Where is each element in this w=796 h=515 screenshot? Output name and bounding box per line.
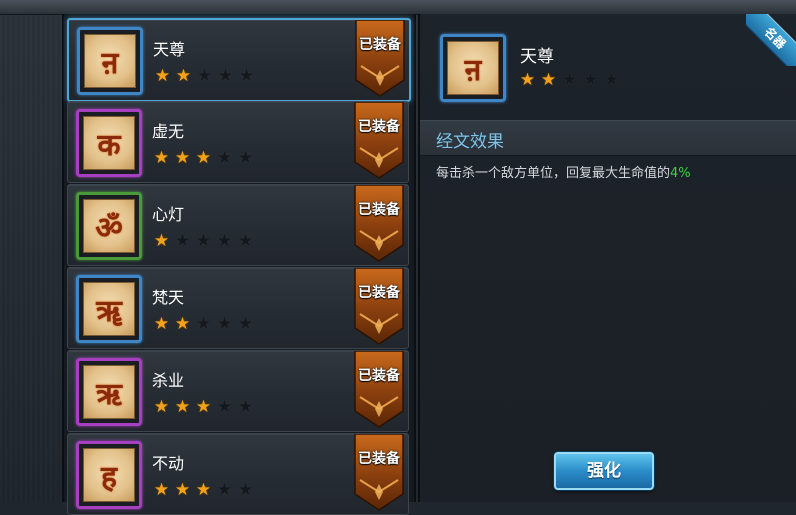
scripture-glyph-icon: ॐ [95,210,123,246]
scripture-name: 杀业 [152,371,185,390]
scripture-list-item[interactable]: ह 不动 ★ ★ ★ ★ ★ 已装备 [67,433,409,515]
star-icon: ★ [153,480,170,500]
star-icon: ★ [216,397,233,417]
scripture-glyph-icon: ऩ [464,52,482,88]
star-icon: ★ [195,480,212,500]
star-icon: ★ [195,231,212,251]
star-icon: ★ [540,70,557,90]
star-icon: ★ [237,480,254,500]
corner-tag: 名器 [746,14,796,66]
star-icon: ★ [174,148,191,168]
star-icon: ★ [154,66,171,86]
scripture-list-item[interactable]: ऩ 天尊 ★ ★ ★ ★ ★ 已装备 [67,18,411,102]
star-icon: ★ [519,70,536,90]
detail-panel: 名器 ऩ 天尊 ★ ★ ★ ★ ★ 经文效果 每击杀一个敌方单位，回复最大生命值的4% … [418,14,796,502]
star-icon: ★ [561,70,578,90]
star-icon: ★ [174,397,191,417]
scripture-glyph-icon: क [97,127,121,163]
star-icon: ★ [153,148,170,168]
scripture-name: 天尊 [153,40,186,59]
star-icon: ★ [195,314,212,334]
star-icon: ★ [237,231,254,251]
star-icon: ★ [174,480,191,500]
equipped-badge-label: 已装备 [358,285,400,301]
scripture-name: 梵天 [152,288,185,307]
detail-scripture-icon: ऩ [440,34,506,102]
star-icon: ★ [153,397,170,417]
star-icon: ★ [237,148,254,168]
scripture-icon-frame: ऩ [77,27,143,95]
section-title: 经文效果 [436,132,504,152]
star-icon: ★ [196,66,213,86]
scripture-list-item[interactable]: क 虚无 ★ ★ ★ ★ ★ 已装备 [67,101,409,183]
effect-value: 4% [670,166,691,181]
effect-text: 每击杀一个敌方单位，回复最大生命值的 [436,166,671,181]
enhance-button[interactable]: 强化 [554,452,654,490]
scripture-name: 心灯 [152,205,185,224]
effect-section-header: 经文效果 [420,120,796,156]
scripture-icon-frame: ह [76,441,142,509]
star-icon: ★ [216,480,233,500]
star-icon: ★ [174,231,191,251]
star-icon: ★ [603,70,620,90]
star-rating: ★ ★ ★ ★ ★ [152,316,255,333]
detail-star-rating: ★ ★ ★ ★ ★ [518,72,621,89]
equipped-badge-label: 已装备 [359,37,401,53]
equipped-badge-label: 已装备 [358,202,400,218]
star-rating: ★ ★ ★ ★ ★ [152,399,255,416]
equipped-badge: 已装备 [353,20,407,98]
equipped-badge: 已装备 [352,185,406,263]
star-icon: ★ [216,148,233,168]
scripture-name: 虚无 [152,122,185,141]
corner-tag-label: 名器 [746,14,796,66]
equipped-badge-label: 已装备 [358,451,400,467]
scripture-icon-frame: ॠ [76,275,142,343]
star-rating: ★ ★ ★ ★ ★ [153,68,256,85]
equipped-badge-label: 已装备 [358,119,400,135]
equipped-badge: 已装备 [352,102,406,180]
scripture-icon-frame: ॐ [76,192,142,260]
scripture-icon-frame: ऋ [76,358,142,426]
scripture-glyph-icon: ॠ [96,293,122,329]
star-icon: ★ [175,66,192,86]
scripture-list-item[interactable]: ऋ 杀业 ★ ★ ★ ★ ★ 已装备 [67,350,409,432]
detail-name: 天尊 [520,47,554,67]
scripture-name: 不动 [152,454,185,473]
star-icon: ★ [174,314,191,334]
star-icon: ★ [216,314,233,334]
star-rating: ★ ★ ★ ★ ★ [152,482,255,499]
scripture-icon-frame: क [76,109,142,177]
scripture-list-item[interactable]: ॠ 梵天 ★ ★ ★ ★ ★ 已装备 [67,267,409,349]
star-icon: ★ [237,314,254,334]
equipped-badge: 已装备 [352,351,406,429]
effect-description: 每击杀一个敌方单位，回复最大生命值的4% [436,162,691,181]
star-icon: ★ [153,231,170,251]
equipped-badge: 已装备 [352,434,406,512]
top-rail [0,0,796,15]
scripture-glyph-icon: ऋ [96,376,122,412]
star-rating: ★ ★ ★ ★ ★ [152,150,255,167]
equipped-badge-label: 已装备 [358,368,400,384]
scripture-list[interactable]: ऩ 天尊 ★ ★ ★ ★ ★ 已装备 क 虚无 ★ ★ ★ ★ ★ 已装备 ॐ 心灯 ★ ★ ★ ★ ★ 已装备 ॠ 梵天 ★ ★ ★ ★… [62,14,416,515]
scripture-list-item[interactable]: ॐ 心灯 ★ ★ ★ ★ ★ 已装备 [67,184,409,266]
star-icon: ★ [195,148,212,168]
scripture-glyph-icon: ह [101,459,117,495]
star-rating: ★ ★ ★ ★ ★ [152,233,255,250]
star-icon: ★ [238,66,255,86]
star-icon: ★ [195,397,212,417]
star-icon: ★ [216,231,233,251]
star-icon: ★ [582,70,599,90]
star-icon: ★ [217,66,234,86]
scripture-glyph-icon: ऩ [101,45,119,81]
equipped-badge: 已装备 [352,268,406,346]
star-icon: ★ [237,397,254,417]
star-icon: ★ [153,314,170,334]
